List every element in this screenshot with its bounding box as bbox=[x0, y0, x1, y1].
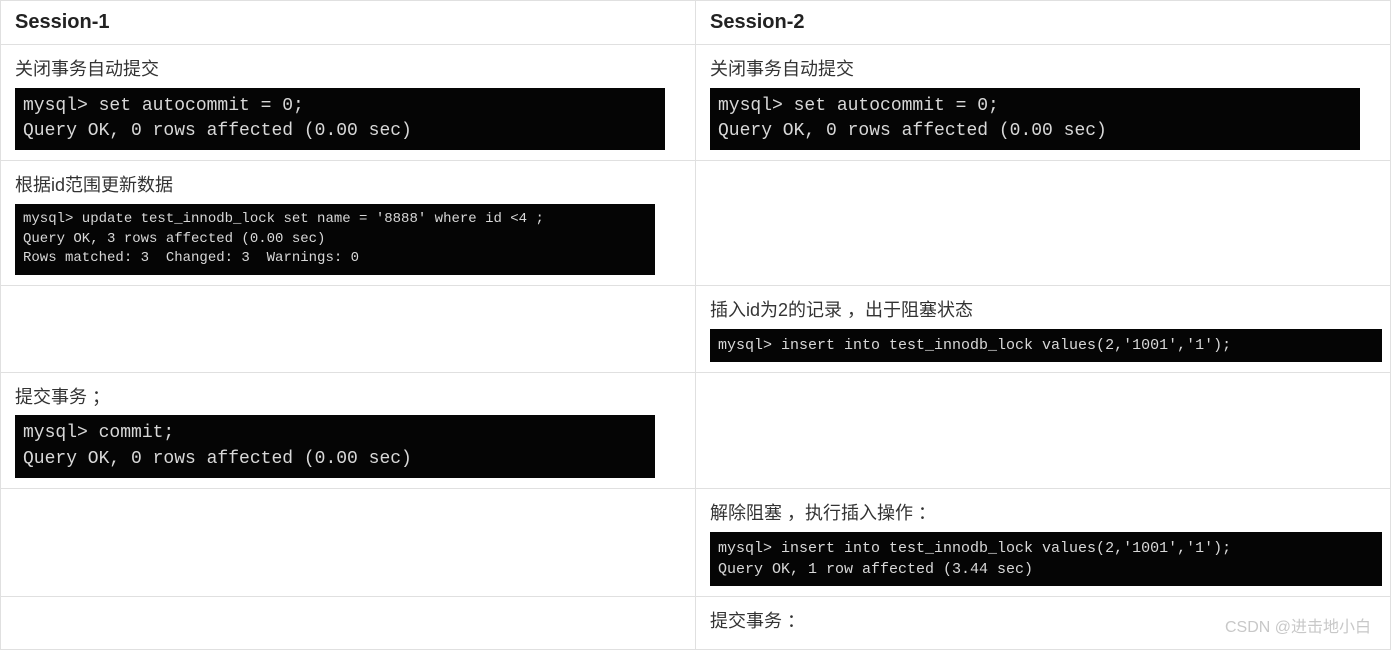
terminal-output: mysql> set autocommit = 0; Query OK, 0 r… bbox=[15, 88, 665, 150]
step-description: 解除阻塞 ，执行插入操作 ： bbox=[710, 499, 1376, 528]
terminal-output: mysql> insert into test_innodb_lock valu… bbox=[710, 329, 1382, 362]
terminal-output: mysql> set autocommit = 0; Query OK, 0 r… bbox=[710, 88, 1360, 150]
cell: 插入id为2的记录 ，出于阻塞状态 mysql> insert into test… bbox=[696, 285, 1391, 372]
table-row: 根据id范围更新数据 mysql> update test_innodb_lock… bbox=[1, 161, 1391, 286]
cell: 根据id范围更新数据 mysql> update test_innodb_lock… bbox=[1, 161, 696, 286]
cell: 关闭事务自动提交 mysql> set autocommit = 0; Query… bbox=[1, 45, 696, 161]
session-comparison-table: Session-1 Session-2 关闭事务自动提交 mysql> set a… bbox=[0, 0, 1391, 650]
cell bbox=[696, 372, 1391, 488]
step-description: 提交事务 ； bbox=[15, 383, 681, 412]
terminal-output: mysql> insert into test_innodb_lock valu… bbox=[710, 532, 1382, 586]
cell: 提交事务 ： bbox=[696, 596, 1391, 650]
table-row: 解除阻塞 ，执行插入操作 ： mysql> insert into test_in… bbox=[1, 488, 1391, 596]
cell bbox=[1, 596, 696, 650]
cell: 解除阻塞 ，执行插入操作 ： mysql> insert into test_in… bbox=[696, 488, 1391, 596]
cell bbox=[696, 161, 1391, 286]
cell: 提交事务 ； mysql> commit; Query OK, 0 rows af… bbox=[1, 372, 696, 488]
header-session-2: Session-2 bbox=[696, 1, 1391, 45]
cell bbox=[1, 285, 696, 372]
header-session-1: Session-1 bbox=[1, 1, 696, 45]
table-row: 提交事务 ： bbox=[1, 596, 1391, 650]
cell bbox=[1, 488, 696, 596]
step-description: 插入id为2的记录 ，出于阻塞状态 bbox=[710, 296, 1376, 325]
table-row: 提交事务 ； mysql> commit; Query OK, 0 rows af… bbox=[1, 372, 1391, 488]
table-row: 关闭事务自动提交 mysql> set autocommit = 0; Query… bbox=[1, 45, 1391, 161]
step-description: 根据id范围更新数据 bbox=[15, 171, 681, 200]
step-description: 关闭事务自动提交 bbox=[15, 55, 681, 84]
step-description: 关闭事务自动提交 bbox=[710, 55, 1376, 84]
terminal-output: mysql> commit; Query OK, 0 rows affected… bbox=[15, 415, 655, 477]
step-description: 提交事务 ： bbox=[710, 607, 1376, 636]
table-row: 插入id为2的记录 ，出于阻塞状态 mysql> insert into test… bbox=[1, 285, 1391, 372]
cell: 关闭事务自动提交 mysql> set autocommit = 0; Query… bbox=[696, 45, 1391, 161]
terminal-output: mysql> update test_innodb_lock set name … bbox=[15, 204, 655, 275]
